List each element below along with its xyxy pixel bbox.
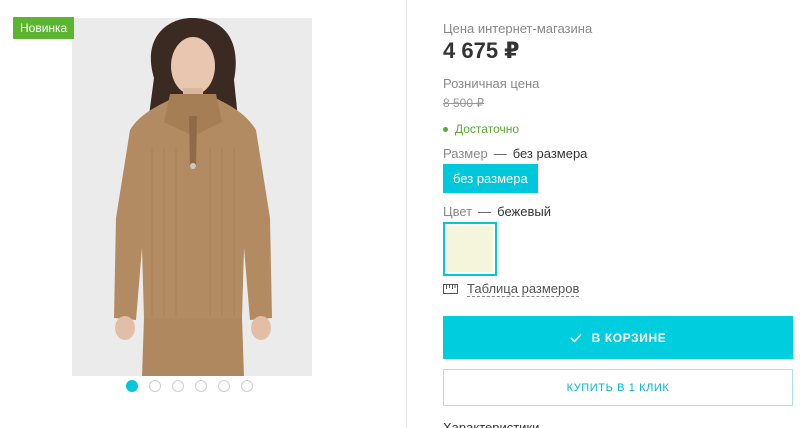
gallery-dot[interactable] — [126, 380, 138, 392]
size-value: без размера — [512, 146, 588, 161]
sweater-model-image — [72, 18, 312, 376]
stock-status: Достаточно — [443, 122, 519, 136]
retail-price: 8 500 ₽ — [443, 96, 484, 110]
retail-price-label: Розничная цена — [443, 76, 540, 91]
color-row: Цвет — бежевый — [443, 204, 551, 219]
color-value: бежевый — [497, 204, 551, 219]
size-label: Размер — [443, 146, 488, 161]
color-swatch-fill — [447, 226, 493, 272]
new-badge: Новинка — [13, 17, 75, 39]
product-photo[interactable] — [72, 18, 312, 376]
gallery-dot[interactable] — [172, 380, 184, 392]
cart-button-label: В КОРЗИНЕ — [591, 330, 667, 345]
ruler-icon — [443, 284, 458, 294]
cart-button[interactable]: В КОРЗИНЕ — [443, 316, 793, 359]
gallery-dot[interactable] — [195, 380, 207, 392]
gallery-dot[interactable] — [218, 380, 230, 392]
size-option-button[interactable]: без размера — [443, 164, 538, 193]
column-divider — [406, 0, 407, 428]
buy-one-click-button[interactable]: КУПИТЬ В 1 КЛИК — [443, 369, 793, 406]
stock-indicator-icon — [443, 126, 448, 132]
specs-heading: Характеристики — [443, 420, 540, 428]
online-price: 4 675 ₽ — [443, 38, 520, 63]
size-table-text: Таблица размеров — [467, 281, 580, 297]
product-gallery: Новинка — [0, 0, 406, 428]
color-label: Цвет — [443, 204, 473, 219]
check-icon — [570, 333, 582, 343]
gallery-pagination — [126, 380, 253, 392]
size-row: Размер — без размера — [443, 146, 588, 161]
color-swatch[interactable] — [443, 222, 497, 276]
size-table-link[interactable]: Таблица размеров — [443, 281, 580, 297]
online-price-label: Цена интернет-магазина — [443, 21, 593, 36]
gallery-dot[interactable] — [149, 380, 161, 392]
stock-status-text: Достаточно — [455, 122, 520, 136]
gallery-dot[interactable] — [241, 380, 253, 392]
